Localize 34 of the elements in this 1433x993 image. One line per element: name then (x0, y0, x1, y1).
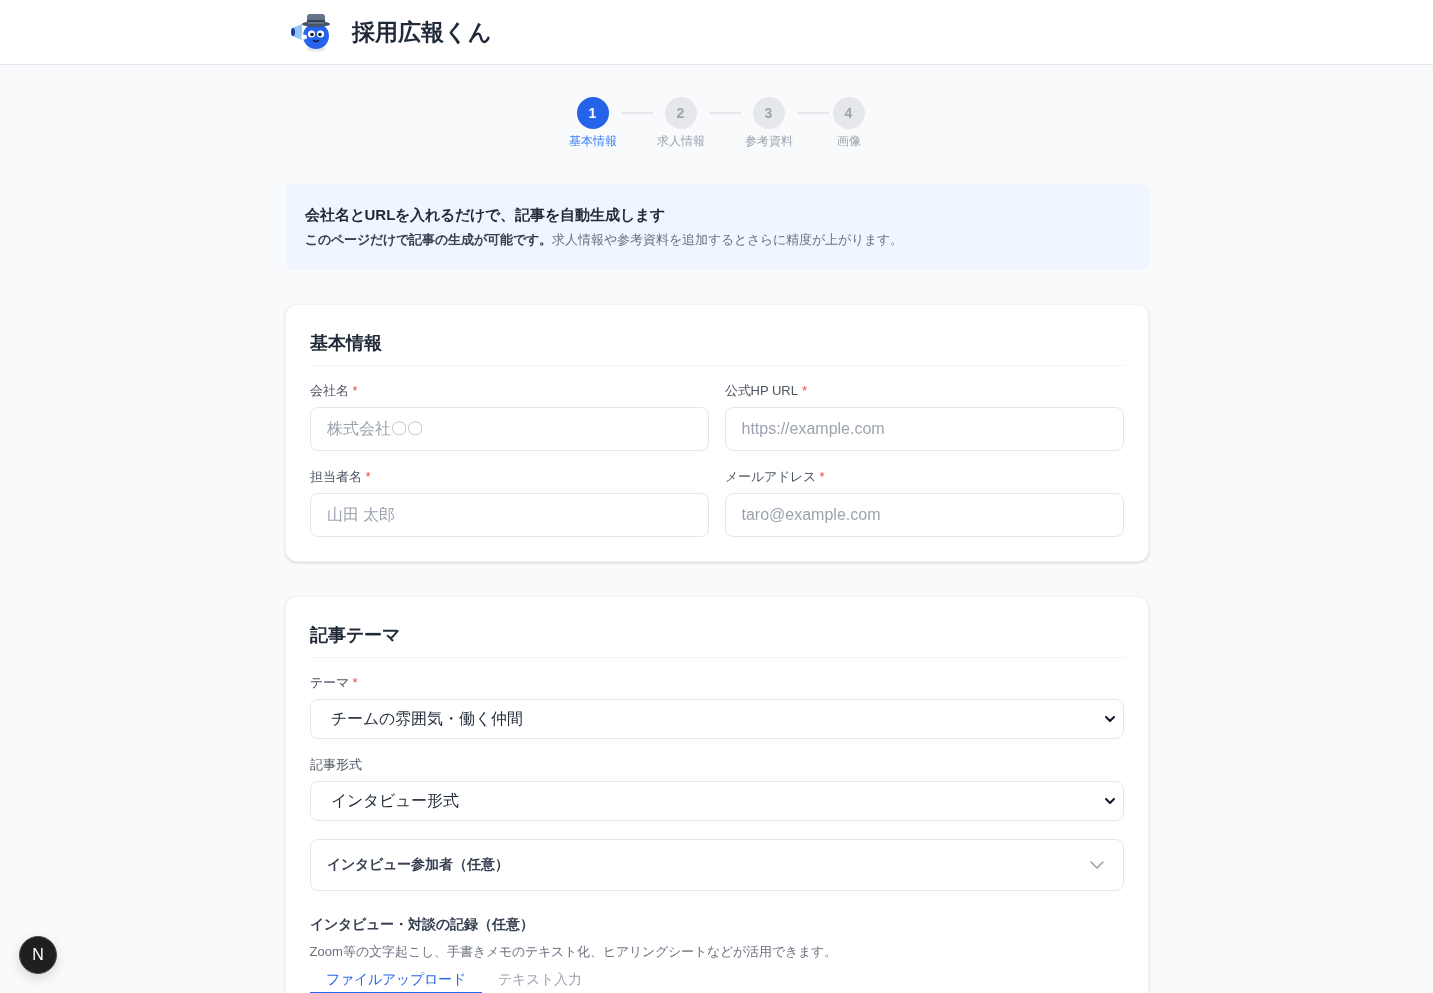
required-asterisk: * (801, 382, 807, 400)
field-label: 会社名 (309, 382, 349, 400)
dropdown-select[interactable]: インタビュー形式 (309, 781, 1124, 821)
subsection-title: インタビュー・対談の記録（任意） (309, 915, 535, 934)
step-label: 求人情報 (656, 133, 705, 149)
input-field[interactable]: https://example.com (724, 407, 1124, 451)
input-field[interactable]: 株式会社〇〇 (309, 407, 709, 451)
subsection-description: Zoom等の文字起こし、手書きメモのテキスト化、ヒアリングシートなどが活用できます。 (309, 943, 838, 961)
input-field[interactable]: taro@example.com (724, 493, 1124, 537)
field-label: メールアドレス (724, 468, 816, 486)
section-title: 基本情報 (309, 329, 1124, 366)
required-asterisk: * (365, 468, 371, 486)
step-number[interactable]: 1 (576, 97, 609, 129)
field-label: 公式HP URL (724, 382, 798, 400)
required-asterisk: * (352, 382, 358, 400)
banner-title: 会社名とURLを入れるだけで、記事を自動生成します (304, 205, 667, 225)
input-mode-tab[interactable]: ファイルアップロード (309, 966, 482, 993)
collapsible-section-header[interactable]: インタビュー参加者（任意） (309, 839, 1124, 891)
required-asterisk: * (352, 674, 358, 692)
field-label: 担当者名 (309, 468, 362, 486)
step-label: 画像 (836, 133, 861, 149)
chevron-down-icon (1104, 716, 1115, 722)
dev-tools-button[interactable]: N (19, 936, 57, 974)
section-title: 記事テーマ (309, 621, 1124, 658)
banner-text: このページだけで記事の生成が可能です。求人情報や参考資料を追加するとさらに精度が上がります。 (304, 231, 904, 249)
input-field[interactable]: 山田 太郎 (309, 493, 709, 537)
chevron-down-icon (1104, 798, 1115, 804)
required-asterisk: * (819, 468, 825, 486)
step-label: 基本情報 (568, 133, 617, 149)
dropdown-select[interactable]: チームの雰囲気・働く仲間 (309, 699, 1124, 739)
field-label: 記事形式 (309, 756, 362, 774)
field-label: テーマ (309, 674, 349, 692)
app-title: 採用広報くん (351, 18, 492, 47)
step-label: 参考資料 (744, 133, 793, 149)
